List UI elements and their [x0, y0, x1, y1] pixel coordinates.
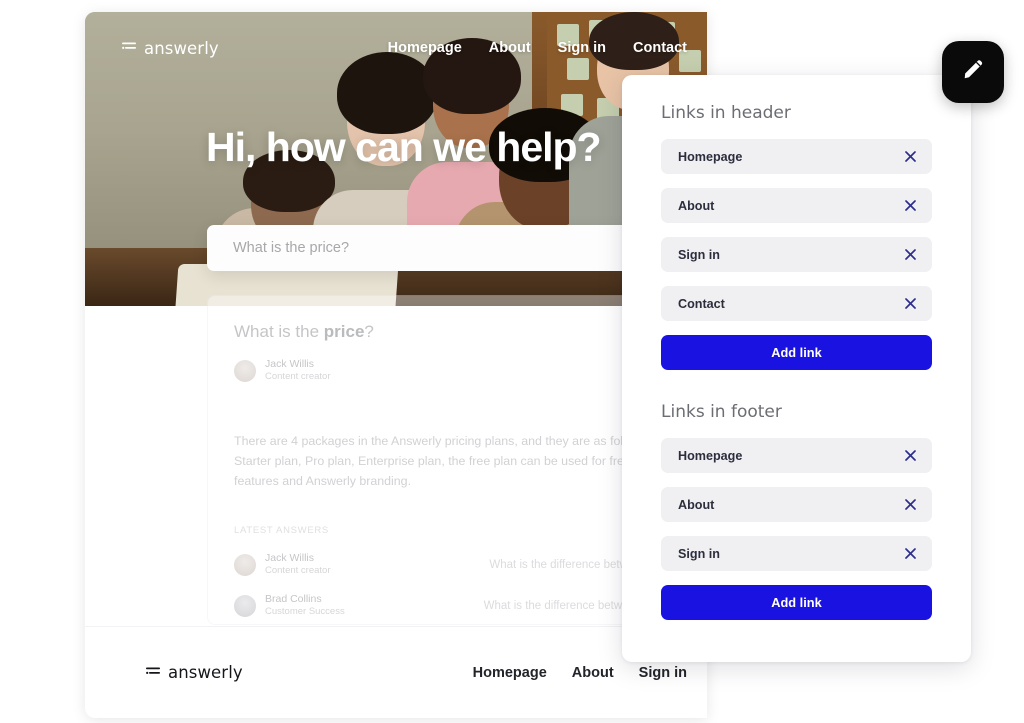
pencil-edit-icon [960, 56, 987, 88]
screen: answerly Homepage About Sign in Contact … [0, 0, 1024, 723]
footer-brand-logo[interactable]: answerly [146, 663, 243, 682]
header-nav: Homepage About Sign in Contact [388, 40, 707, 56]
add-footer-link-button[interactable]: Add link [661, 585, 932, 620]
author-role: Content creator [265, 371, 331, 383]
footer-link-signin[interactable]: Sign in [639, 665, 687, 681]
links-in-footer-title: Links in footer [661, 402, 782, 422]
close-icon[interactable] [902, 448, 918, 464]
website-preview: answerly Homepage About Sign in Contact … [85, 12, 707, 718]
author-name: Jack Willis [265, 358, 314, 370]
footer-link-row-signin[interactable]: Sign in [661, 536, 932, 571]
site-header: answerly Homepage About Sign in Contact [85, 12, 707, 84]
link-label: Homepage [678, 149, 743, 164]
footer-link-homepage[interactable]: Homepage [473, 665, 547, 681]
answer-author-name: Jack Willis [265, 552, 314, 565]
footer-link-row-about[interactable]: About [661, 487, 932, 522]
site-footer: answerly Homepage About Sign in [85, 626, 707, 718]
close-icon[interactable] [902, 546, 918, 562]
link-label: Homepage [678, 448, 743, 463]
header-link-row-signin[interactable]: Sign in [661, 237, 932, 272]
link-label: Sign in [678, 546, 720, 561]
link-label: About [678, 198, 715, 213]
nav-link-signin[interactable]: Sign in [558, 40, 606, 56]
footer-link-about[interactable]: About [572, 665, 614, 681]
links-editor-panel: Links in header Homepage About Sign in C… [622, 75, 971, 662]
answerly-logo-icon [146, 664, 161, 682]
nav-link-homepage[interactable]: Homepage [388, 40, 462, 56]
close-icon[interactable] [902, 497, 918, 513]
answer-author-role: Content creator [265, 565, 331, 577]
close-icon[interactable] [902, 296, 918, 312]
nav-link-about[interactable]: About [489, 40, 531, 56]
avatar [234, 359, 256, 382]
links-in-header-title: Links in header [661, 103, 791, 123]
answer-author-name: Brad Collins [265, 593, 322, 606]
close-icon[interactable] [902, 247, 918, 263]
edit-button[interactable] [942, 41, 1004, 103]
header-link-row-about[interactable]: About [661, 188, 932, 223]
answerly-logo-icon [122, 39, 137, 57]
hero-title: Hi, how can we help? [206, 124, 602, 170]
close-icon[interactable] [902, 198, 918, 214]
header-link-row-homepage[interactable]: Homepage [661, 139, 932, 174]
avatar [234, 594, 256, 617]
link-label: Sign in [678, 247, 720, 262]
link-label: Contact [678, 296, 725, 311]
answer-author-role: Customer Success [265, 606, 345, 618]
close-icon[interactable] [902, 149, 918, 165]
link-label: About [678, 497, 715, 512]
footer-brand-name: answerly [168, 663, 243, 682]
footer-nav: Homepage About Sign in [473, 665, 707, 681]
search-placeholder: What is the price? [233, 240, 350, 256]
brand-name: answerly [144, 38, 219, 58]
brand-logo[interactable]: answerly [122, 39, 219, 58]
footer-link-row-homepage[interactable]: Homepage [661, 438, 932, 473]
add-header-link-button[interactable]: Add link [661, 335, 932, 370]
nav-link-contact[interactable]: Contact [633, 40, 687, 56]
avatar [234, 553, 256, 576]
header-link-row-contact[interactable]: Contact [661, 286, 932, 321]
